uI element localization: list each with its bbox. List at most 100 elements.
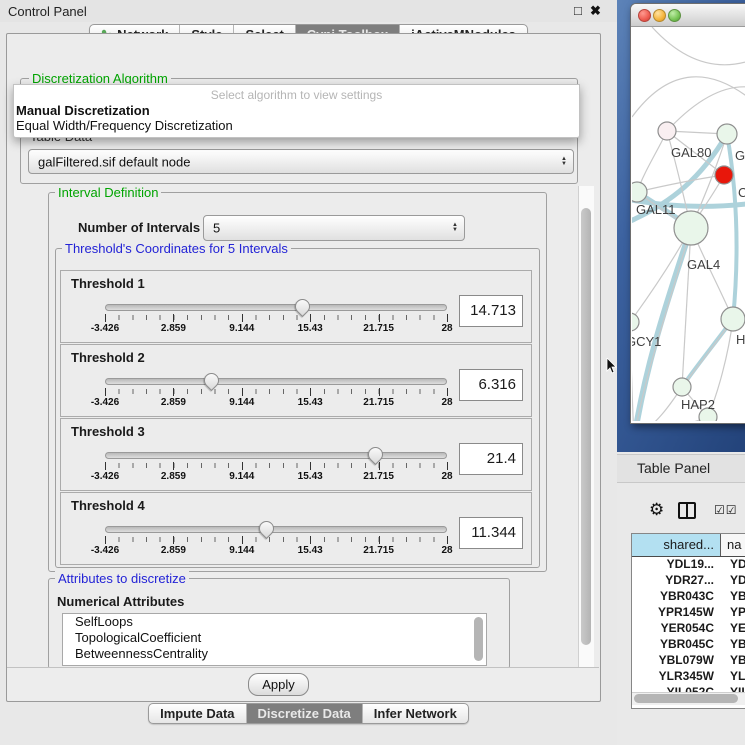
table-row[interactable]: YBR043CYBR0: [632, 588, 745, 604]
slider-track[interactable]: [105, 378, 447, 385]
network-node-label: G: [735, 148, 745, 163]
table-row[interactable]: YDL19...YDL1: [632, 556, 745, 572]
network-node[interactable]: [674, 211, 708, 245]
network-node[interactable]: [673, 378, 691, 396]
scrollbar-thumb[interactable]: [581, 208, 591, 645]
column-header-shared-name[interactable]: shared...: [632, 534, 721, 556]
apply-button[interactable]: Apply: [248, 673, 309, 696]
cyni-bottom-tabs: Impute DataDiscretize DataInfer Network: [0, 703, 617, 724]
table-data-combo[interactable]: galFiltered.sif default node ▲▼: [28, 149, 574, 174]
slider-thumb[interactable]: [201, 370, 222, 391]
slider-scale-label: 9.144: [229, 545, 254, 556]
slider-major-tick: [242, 314, 243, 322]
stepper-icon: ▲▼: [561, 157, 567, 167]
table-row[interactable]: YDR27...YDR2: [632, 572, 745, 588]
slider-major-tick: [379, 314, 380, 322]
minimize-traffic-light-icon[interactable]: [653, 9, 666, 22]
algorithm-hint: Select algorithm to view settings: [14, 88, 579, 102]
cell-name: YER0: [723, 620, 745, 636]
table-row[interactable]: YLR345WYLR3: [632, 668, 745, 684]
threshold-value-field[interactable]: 11.344: [459, 517, 523, 549]
table-row[interactable]: YBR045CYBR0: [632, 636, 745, 652]
threshold-label: Threshold 4: [71, 498, 145, 513]
numerical-attributes-label: Numerical Attributes: [57, 594, 184, 609]
split-columns-icon[interactable]: [678, 502, 696, 519]
mouse-cursor: [606, 358, 620, 374]
list-item[interactable]: SelfLoops: [63, 614, 486, 630]
node-attribute-table[interactable]: shared... na YDL19...YDL1YDR27...YDR2YBR…: [631, 533, 745, 709]
slider-thumb[interactable]: [256, 518, 277, 539]
threshold-slider[interactable]: -3.4262.8599.14415.4321.71528: [105, 375, 447, 409]
close-panel-icon[interactable]: ✖: [590, 3, 601, 19]
slider-major-tick: [173, 388, 174, 396]
cell-shared-name: YDR27...: [632, 572, 723, 588]
threshold-value-field[interactable]: 14.713: [459, 295, 523, 327]
network-node[interactable]: [632, 313, 639, 331]
scrollbar-thumb[interactable]: [634, 694, 738, 703]
gear-icon[interactable]: ⚙: [649, 500, 664, 520]
table-horizontal-scrollbar[interactable]: [632, 692, 745, 705]
tab-infer-network[interactable]: Infer Network: [362, 704, 468, 723]
algorithm-option[interactable]: Equal Width/Frequency Discretization: [16, 118, 233, 133]
list-item[interactable]: BetweennessCentrality: [63, 646, 486, 662]
table-row[interactable]: YBL079WYBL0: [632, 652, 745, 668]
slider-scale-label: 15.43: [298, 545, 323, 556]
cell-shared-name: YBL079W: [632, 652, 723, 668]
threshold-value-field[interactable]: 21.4: [459, 443, 523, 475]
number-of-intervals-value: 5: [213, 221, 220, 236]
slider-major-tick: [105, 462, 106, 470]
network-canvas[interactable]: GAL80GCGAL11GAL4GCY1HHAP2: [632, 27, 745, 421]
tab-group: Impute DataDiscretize DataInfer Network: [148, 703, 469, 724]
slider-track[interactable]: [105, 526, 447, 533]
thresholds-group-title: Threshold's Coordinates for 5 Intervals: [62, 241, 291, 256]
slider-scale-label: 21.715: [363, 545, 394, 556]
slider-major-tick: [447, 536, 448, 544]
slider-scale-label: 9.144: [229, 397, 254, 408]
threshold-slider[interactable]: -3.4262.8599.14415.4321.71528: [105, 523, 447, 557]
table-row[interactable]: YER054CYER0: [632, 620, 745, 636]
cell-name: YBL0: [723, 652, 745, 668]
network-node[interactable]: [715, 166, 733, 184]
network-window-titlebar[interactable]: [631, 4, 745, 27]
algorithm-option[interactable]: Manual Discretization: [16, 103, 150, 118]
slider-track[interactable]: [105, 304, 447, 311]
panel-vertical-scrollbar[interactable]: [578, 186, 594, 682]
close-traffic-light-icon[interactable]: [638, 9, 651, 22]
network-node-label: HAP2: [681, 397, 715, 412]
slider-major-tick: [242, 388, 243, 396]
tab-discretize-data[interactable]: Discretize Data: [246, 704, 362, 723]
list-item[interactable]: TopologicalCoefficient: [63, 630, 486, 646]
list-scrollbar-thumb[interactable]: [474, 617, 483, 661]
table-row[interactable]: YPR145WYPR1: [632, 604, 745, 620]
slider-scale-label: 2.859: [161, 545, 186, 556]
network-node[interactable]: [632, 182, 647, 202]
network-node[interactable]: [658, 122, 676, 140]
cell-name: YBR0: [723, 588, 745, 604]
slider-scale-label: -3.426: [91, 323, 119, 334]
checkbox-filter-icons[interactable]: ☑☑: [714, 503, 738, 517]
stepper-icon: ▲▼: [452, 223, 458, 233]
numerical-attributes-list[interactable]: SelfLoopsTopologicalCoefficientBetweenne…: [62, 613, 487, 666]
threshold-value-field[interactable]: 6.316: [459, 369, 523, 401]
network-node[interactable]: [717, 124, 737, 144]
network-view-window[interactable]: GAL80GCGAL11GAL4GCY1HHAP2: [630, 3, 745, 424]
number-of-intervals-combo[interactable]: 5 ▲▼: [203, 215, 465, 241]
threshold-slider[interactable]: -3.4262.8599.14415.4321.71528: [105, 301, 447, 335]
table-body: YDL19...YDL1YDR27...YDR2YBR043CYBR0YPR14…: [632, 556, 745, 708]
table-data-combo-value: galFiltered.sif default node: [38, 154, 190, 169]
threshold-label: Threshold 1: [71, 276, 145, 291]
column-header-name[interactable]: na: [721, 534, 745, 556]
control-panel-titlebar: Control Panel □ ✖: [0, 0, 617, 22]
slider-scale-label: 9.144: [229, 323, 254, 334]
threshold-slider[interactable]: -3.4262.8599.14415.4321.71528: [105, 449, 447, 483]
slider-thumb[interactable]: [365, 444, 386, 465]
network-node-label: GAL80: [671, 145, 711, 160]
slider-track[interactable]: [105, 452, 447, 459]
float-window-icon[interactable]: □: [574, 3, 582, 18]
attribute-items: SelfLoopsTopologicalCoefficientBetweenne…: [63, 614, 486, 662]
tab-impute-data[interactable]: Impute Data: [149, 704, 245, 723]
cell-name: YDR2: [723, 572, 745, 588]
network-node[interactable]: [721, 307, 745, 331]
zoom-traffic-light-icon[interactable]: [668, 9, 681, 22]
slider-major-tick: [379, 388, 380, 396]
